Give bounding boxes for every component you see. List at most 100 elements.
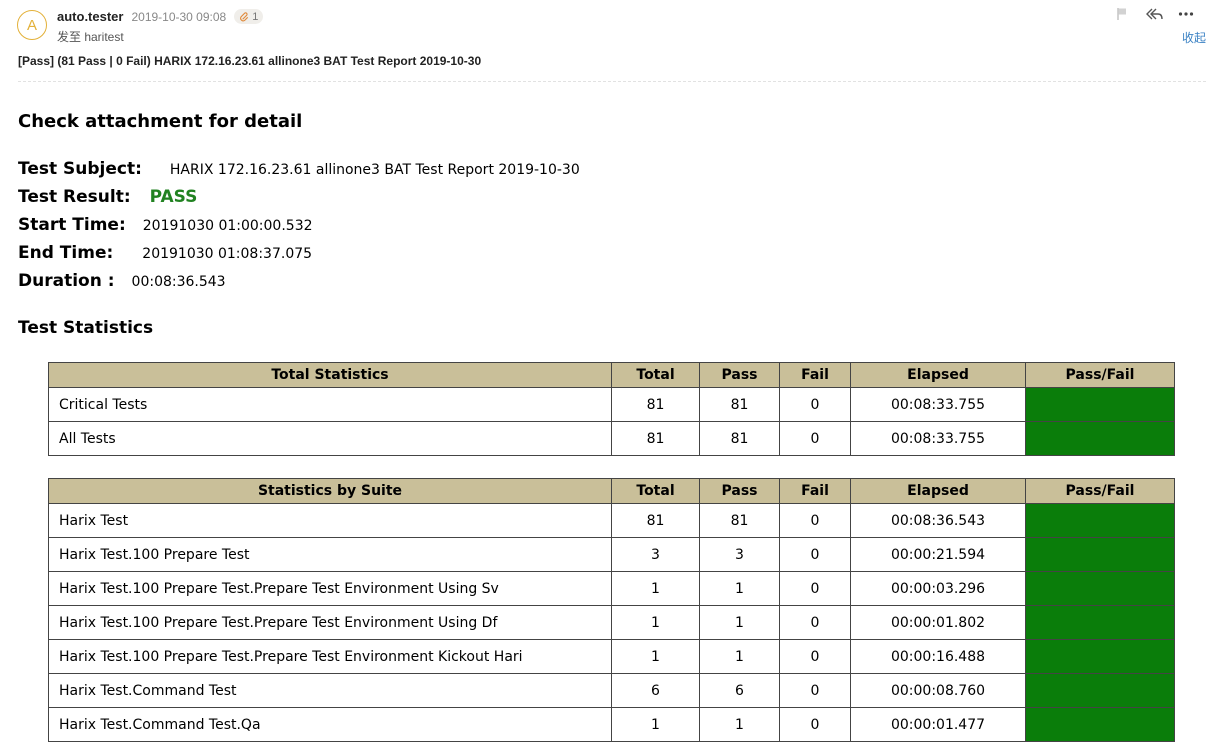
more-icon[interactable] xyxy=(1175,5,1197,23)
column-header: Fail xyxy=(779,362,851,388)
total-cell: 81 xyxy=(611,421,700,456)
row-name-cell: Harix Test.100 Prepare Test.Prepare Test… xyxy=(48,639,612,674)
column-header: Total xyxy=(611,478,700,504)
elapsed-cell: 00:00:01.477 xyxy=(850,707,1026,742)
pass-fail-bar xyxy=(1025,537,1175,572)
collapse-link[interactable]: 收起 xyxy=(1182,29,1206,46)
column-header: Pass xyxy=(699,362,780,388)
total-cell: 1 xyxy=(611,605,700,640)
table-row: All Tests 81 81 0 00:08:33.755 xyxy=(48,421,1175,456)
attachment-count: 1 xyxy=(252,10,259,23)
test-subject-value: HARIX 172.16.23.61 allinone3 BAT Test Re… xyxy=(169,162,580,178)
start-time-label: Start Time: xyxy=(18,215,126,235)
test-result-row: Test Result: PASS xyxy=(18,187,197,207)
total-cell: 81 xyxy=(611,387,700,422)
elapsed-cell: 00:00:01.802 xyxy=(850,605,1026,640)
pass-cell: 81 xyxy=(699,503,780,538)
pass-fail-bar xyxy=(1025,639,1175,674)
mail-actions xyxy=(1101,5,1197,23)
suite-statistics-table: Statistics by Suite Total Pass Fail Elap… xyxy=(48,478,1175,742)
total-statistics-header: Total Statistics Total Pass Fail Elapsed… xyxy=(48,362,1175,388)
elapsed-cell: 00:08:33.755 xyxy=(850,421,1026,456)
pass-cell: 1 xyxy=(699,707,780,742)
end-time-row: End Time: 20191030 01:08:37.075 xyxy=(18,243,312,263)
fail-cell: 0 xyxy=(779,421,851,456)
elapsed-cell: 00:00:08.760 xyxy=(850,673,1026,708)
fail-cell: 0 xyxy=(779,605,851,640)
end-time-label: End Time: xyxy=(18,243,114,263)
pass-fail-bar xyxy=(1025,387,1175,422)
total-cell: 81 xyxy=(611,503,700,538)
pass-cell: 81 xyxy=(699,387,780,422)
row-name-cell: Harix Test xyxy=(48,503,612,538)
column-header: Pass xyxy=(699,478,780,504)
sender-name[interactable]: auto.tester xyxy=(57,9,123,24)
report-heading: Check attachment for detail xyxy=(18,111,303,132)
table-row: Harix Test.100 Prepare Test 3 3 0 00:00:21.5… xyxy=(48,537,1175,572)
pass-cell: 81 xyxy=(699,421,780,456)
pass-cell: 6 xyxy=(699,673,780,708)
row-name-cell: Harix Test.Command Test xyxy=(48,673,612,708)
sender-line: auto.tester 2019-10-30 09:08 1 xyxy=(57,8,264,25)
test-result-value: PASS xyxy=(149,187,198,207)
column-header: Pass/Fail xyxy=(1025,362,1175,388)
pass-cell: 3 xyxy=(699,537,780,572)
duration-label: Duration : xyxy=(18,271,115,291)
row-name-cell: All Tests xyxy=(48,421,612,456)
mail-subject: [Pass] (81 Pass | 0 Fail) HARIX 172.16.2… xyxy=(18,54,482,68)
pass-cell: 1 xyxy=(699,571,780,606)
total-statistics-table: Total Statistics Total Pass Fail Elapsed… xyxy=(48,362,1175,456)
total-cell: 1 xyxy=(611,707,700,742)
row-name-cell: Harix Test.Command Test.Qa xyxy=(48,707,612,742)
table-row: Harix Test.Command Test.Qa 1 1 0 00:00:01.47… xyxy=(48,707,1175,742)
suite-statistics-header: Statistics by Suite Total Pass Fail Elap… xyxy=(48,478,1175,504)
test-subject-label: Test Subject: xyxy=(18,159,142,179)
sent-time: 2019-10-30 09:08 xyxy=(131,9,227,24)
start-time-value: 20191030 01:00:00.532 xyxy=(142,218,313,234)
flag-icon[interactable] xyxy=(1111,5,1133,23)
row-name-cell: Harix Test.100 Prepare Test.Prepare Test… xyxy=(48,571,612,606)
pass-fail-bar xyxy=(1025,673,1175,708)
elapsed-cell: 00:00:16.488 xyxy=(850,639,1026,674)
column-header: Elapsed xyxy=(850,362,1026,388)
duration-row: Duration : 00:08:36.543 xyxy=(18,271,226,291)
duration-value: 00:08:36.543 xyxy=(131,274,226,290)
attachment-badge[interactable]: 1 xyxy=(234,9,264,24)
test-result-label: Test Result: xyxy=(18,187,131,207)
row-name-cell: Critical Tests xyxy=(48,387,612,422)
column-header: Total xyxy=(611,362,700,388)
total-cell: 1 xyxy=(611,571,700,606)
start-time-row: Start Time: 20191030 01:00:00.532 xyxy=(18,215,313,235)
table-row: Harix Test.100 Prepare Test.Prepare Test… xyxy=(48,605,1175,640)
fail-cell: 0 xyxy=(779,503,851,538)
pass-fail-bar xyxy=(1025,571,1175,606)
column-header: Statistics by Suite xyxy=(48,478,612,504)
fail-cell: 0 xyxy=(779,537,851,572)
pass-fail-bar xyxy=(1025,707,1175,742)
sender-avatar[interactable]: A xyxy=(17,10,47,40)
fail-cell: 0 xyxy=(779,387,851,422)
table-row: Harix Test.Command Test 6 6 0 00:00:08.760 xyxy=(48,673,1175,708)
row-name-cell: Harix Test.100 Prepare Test.Prepare Test… xyxy=(48,605,612,640)
total-cell: 3 xyxy=(611,537,700,572)
row-name-cell: Harix Test.100 Prepare Test xyxy=(48,537,612,572)
column-header: Fail xyxy=(779,478,851,504)
pass-fail-bar xyxy=(1025,421,1175,456)
pass-cell: 1 xyxy=(699,605,780,640)
paperclip-icon xyxy=(240,12,249,22)
reply-all-icon[interactable] xyxy=(1143,5,1165,23)
column-header: Total Statistics xyxy=(48,362,612,388)
table-row: Harix Test 81 81 0 00:08:36.543 xyxy=(48,503,1175,538)
total-cell: 1 xyxy=(611,639,700,674)
column-header: Pass/Fail xyxy=(1025,478,1175,504)
fail-cell: 0 xyxy=(779,707,851,742)
pass-fail-bar xyxy=(1025,605,1175,640)
table-row: Harix Test.100 Prepare Test.Prepare Test… xyxy=(48,639,1175,674)
fail-cell: 0 xyxy=(779,673,851,708)
elapsed-cell: 00:00:21.594 xyxy=(850,537,1026,572)
recipient-line: 发至 haritest xyxy=(57,30,124,44)
pass-fail-bar xyxy=(1025,503,1175,538)
fail-cell: 0 xyxy=(779,639,851,674)
column-header: Elapsed xyxy=(850,478,1026,504)
table-row: Harix Test.100 Prepare Test.Prepare Test… xyxy=(48,571,1175,606)
